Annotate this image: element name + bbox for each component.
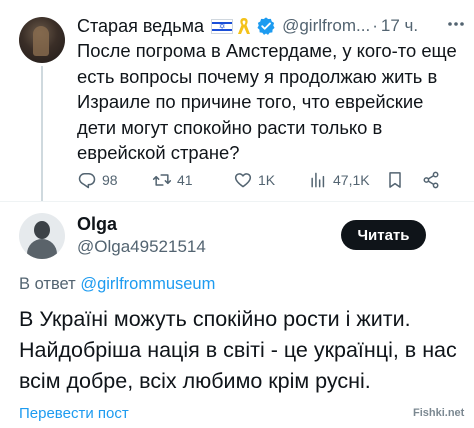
like-icon xyxy=(234,173,252,188)
like-count: 1K xyxy=(258,172,276,188)
tweet-header: Старая ведьма ✡ @girlfrom... · 17 ч. xyxy=(77,14,418,38)
translate-link[interactable]: Перевести пост xyxy=(19,405,129,422)
views-count: 47,1K xyxy=(333,172,370,188)
separator-dot: · xyxy=(372,16,378,35)
verified-badge-icon xyxy=(257,17,275,35)
bookmark-icon xyxy=(389,172,401,188)
author-avatar[interactable] xyxy=(19,17,65,63)
views-action[interactable]: 47,1K xyxy=(308,168,370,192)
tweet-text: После погрома в Амстердаме, у кого-то ещ… xyxy=(77,40,457,163)
quoted-tweet[interactable]: Старая ведьма ✡ @girlfrom... · 17 ч. Пос… xyxy=(0,0,474,201)
views-icon xyxy=(311,172,325,188)
more-icon[interactable] xyxy=(446,16,466,32)
in-reply-handle-link[interactable]: @girlfrommuseum xyxy=(80,275,215,293)
share-action[interactable] xyxy=(421,168,441,192)
retweet-count: 41 xyxy=(177,172,193,188)
author-handle[interactable]: @girlfrom... xyxy=(282,16,370,36)
retweet-action[interactable]: 41 xyxy=(152,168,193,192)
in-reply-prefix: В ответ xyxy=(19,275,76,293)
thread-line xyxy=(41,66,43,201)
bookmark-action[interactable] xyxy=(385,168,405,192)
tweet-time[interactable]: 17 ч. xyxy=(381,16,418,36)
in-reply-to: В ответ @girlfrommuseum xyxy=(19,275,215,294)
divider xyxy=(0,201,474,202)
retweet-icon xyxy=(152,174,172,186)
reply-count: 98 xyxy=(102,172,118,188)
read-button[interactable]: Читать xyxy=(341,220,426,250)
like-action[interactable]: 1K xyxy=(233,168,275,192)
reply-author-avatar[interactable] xyxy=(19,213,65,259)
israel-flag-icon: ✡ xyxy=(211,18,234,34)
reply-author-name[interactable]: Olga xyxy=(77,214,117,235)
yellow-ribbon-icon xyxy=(238,18,251,34)
share-icon xyxy=(423,171,439,189)
reply-action[interactable]: 98 xyxy=(77,168,118,192)
reply-text: В Україні можуть спокійно рости і жити. … xyxy=(19,307,457,393)
reply-author-handle[interactable]: @Olga49521514 xyxy=(77,237,206,257)
tweet-actions: 98 41 1K 47,1K xyxy=(77,168,457,192)
reply-icon xyxy=(78,173,96,189)
author-name[interactable]: Старая ведьма xyxy=(77,16,204,37)
watermark: Fishki.net xyxy=(413,407,465,419)
